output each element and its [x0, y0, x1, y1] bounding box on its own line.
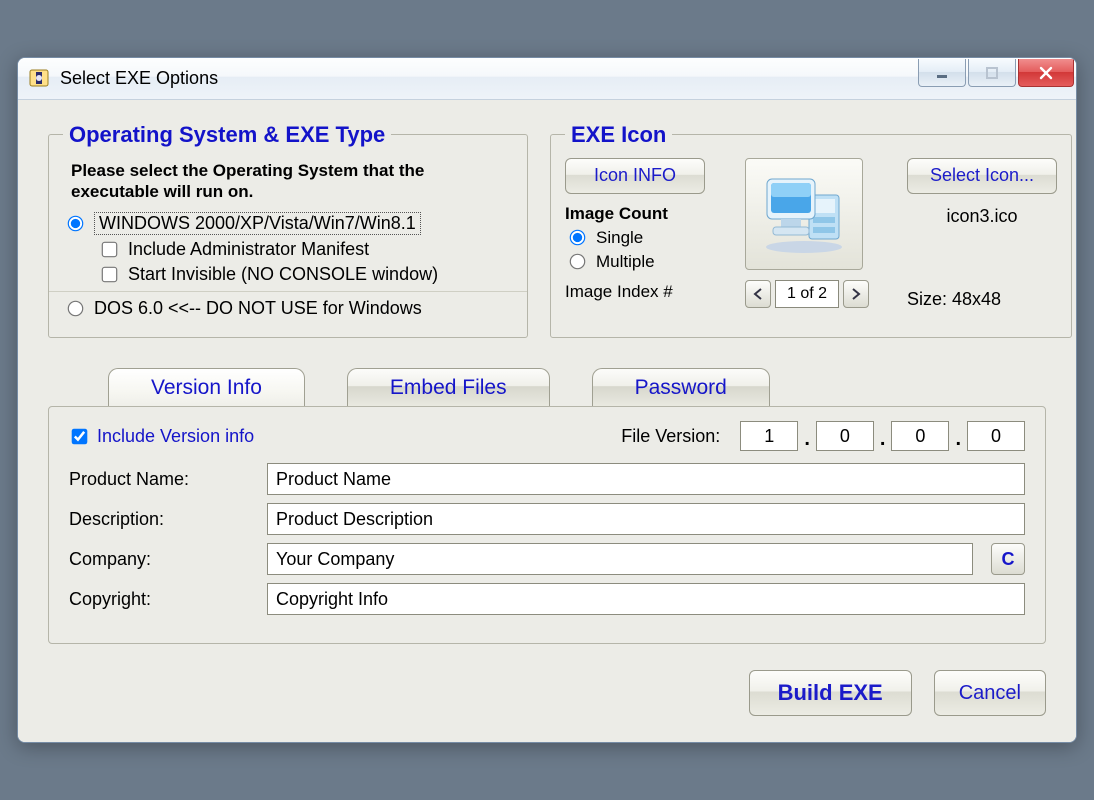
radio-image-multiple-label: Multiple [596, 252, 655, 272]
file-version-rev[interactable] [967, 421, 1025, 451]
checkbox-start-invisible[interactable] [102, 267, 118, 283]
company-c-button[interactable]: C [991, 543, 1025, 575]
icon-preview [745, 158, 863, 270]
radio-windows-label: WINDOWS 2000/XP/Vista/Win7/Win8.1 [94, 212, 421, 235]
tabs: Version Info Embed Files Password [108, 368, 1046, 406]
radio-dos-label: DOS 6.0 <<-- DO NOT USE for Windows [94, 298, 422, 319]
app-icon [28, 67, 50, 89]
build-exe-button[interactable]: Build EXE [749, 670, 912, 716]
os-hint-text: Please select the Operating System that … [71, 160, 513, 203]
company-input[interactable] [267, 543, 973, 575]
file-version-build[interactable] [891, 421, 949, 451]
tab-embed-files[interactable]: Embed Files [347, 368, 550, 406]
product-name-input[interactable] [267, 463, 1025, 495]
file-version-fields: . . . [740, 421, 1025, 451]
version-info-panel: Include Version info File Version: . . .… [48, 406, 1046, 644]
radio-image-multiple[interactable] [570, 254, 586, 270]
titlebar[interactable]: Select EXE Options [18, 58, 1076, 100]
window-controls [916, 59, 1074, 87]
select-icon-button[interactable]: Select Icon... [907, 158, 1057, 194]
file-version-major[interactable] [740, 421, 798, 451]
radio-image-single[interactable] [570, 230, 586, 246]
minimize-button[interactable] [918, 59, 966, 87]
include-version-row[interactable]: Include Version info [69, 426, 254, 447]
image-count-label: Image Count [565, 204, 727, 224]
description-label: Description: [69, 509, 249, 530]
window-title: Select EXE Options [60, 68, 218, 89]
os-type-legend: Operating System & EXE Type [63, 122, 391, 148]
icon-info-button[interactable]: Icon INFO [565, 158, 705, 194]
checkbox-admin-manifest[interactable] [102, 242, 118, 258]
description-input[interactable] [267, 503, 1025, 535]
dot-icon: . [878, 428, 888, 451]
product-name-label: Product Name: [69, 469, 249, 490]
close-button[interactable] [1018, 59, 1074, 87]
tab-version-info[interactable]: Version Info [108, 368, 305, 406]
icon-filename: icon3.ico [907, 206, 1057, 227]
cancel-button[interactable]: Cancel [934, 670, 1046, 716]
image-index-prev-button[interactable] [745, 280, 771, 308]
image-index-value: 1 of 2 [775, 280, 839, 308]
checkbox-include-version[interactable] [72, 428, 88, 444]
dialog-window: Select EXE Options Operating System & EX… [17, 57, 1077, 744]
dot-icon: . [802, 428, 812, 451]
dot-icon: . [953, 428, 963, 451]
exe-icon-legend: EXE Icon [565, 122, 672, 148]
checkbox-admin-manifest-label: Include Administrator Manifest [128, 239, 369, 260]
copyright-input[interactable] [267, 583, 1025, 615]
image-index-label: Image Index # [565, 282, 727, 302]
icon-size-label: Size: 48x48 [907, 289, 1057, 310]
maximize-button[interactable] [968, 59, 1016, 87]
exe-icon-group: EXE Icon Icon INFO Image Count Single Mu… [550, 122, 1072, 339]
checkbox-start-invisible-label: Start Invisible (NO CONSOLE window) [128, 264, 438, 285]
footer: Build EXE Cancel [48, 670, 1046, 716]
radio-dos[interactable] [68, 301, 84, 317]
company-label: Company: [69, 549, 249, 570]
tab-password[interactable]: Password [592, 368, 770, 406]
copyright-label: Copyright: [69, 589, 249, 610]
radio-image-single-label: Single [596, 228, 643, 248]
os-type-group: Operating System & EXE Type Please selec… [48, 122, 528, 339]
client-area: Operating System & EXE Type Please selec… [18, 100, 1076, 743]
radio-windows[interactable] [68, 216, 84, 232]
file-version-label: File Version: [621, 426, 720, 447]
image-index-next-button[interactable] [843, 280, 869, 308]
file-version-minor[interactable] [816, 421, 874, 451]
include-version-label: Include Version info [97, 426, 254, 447]
